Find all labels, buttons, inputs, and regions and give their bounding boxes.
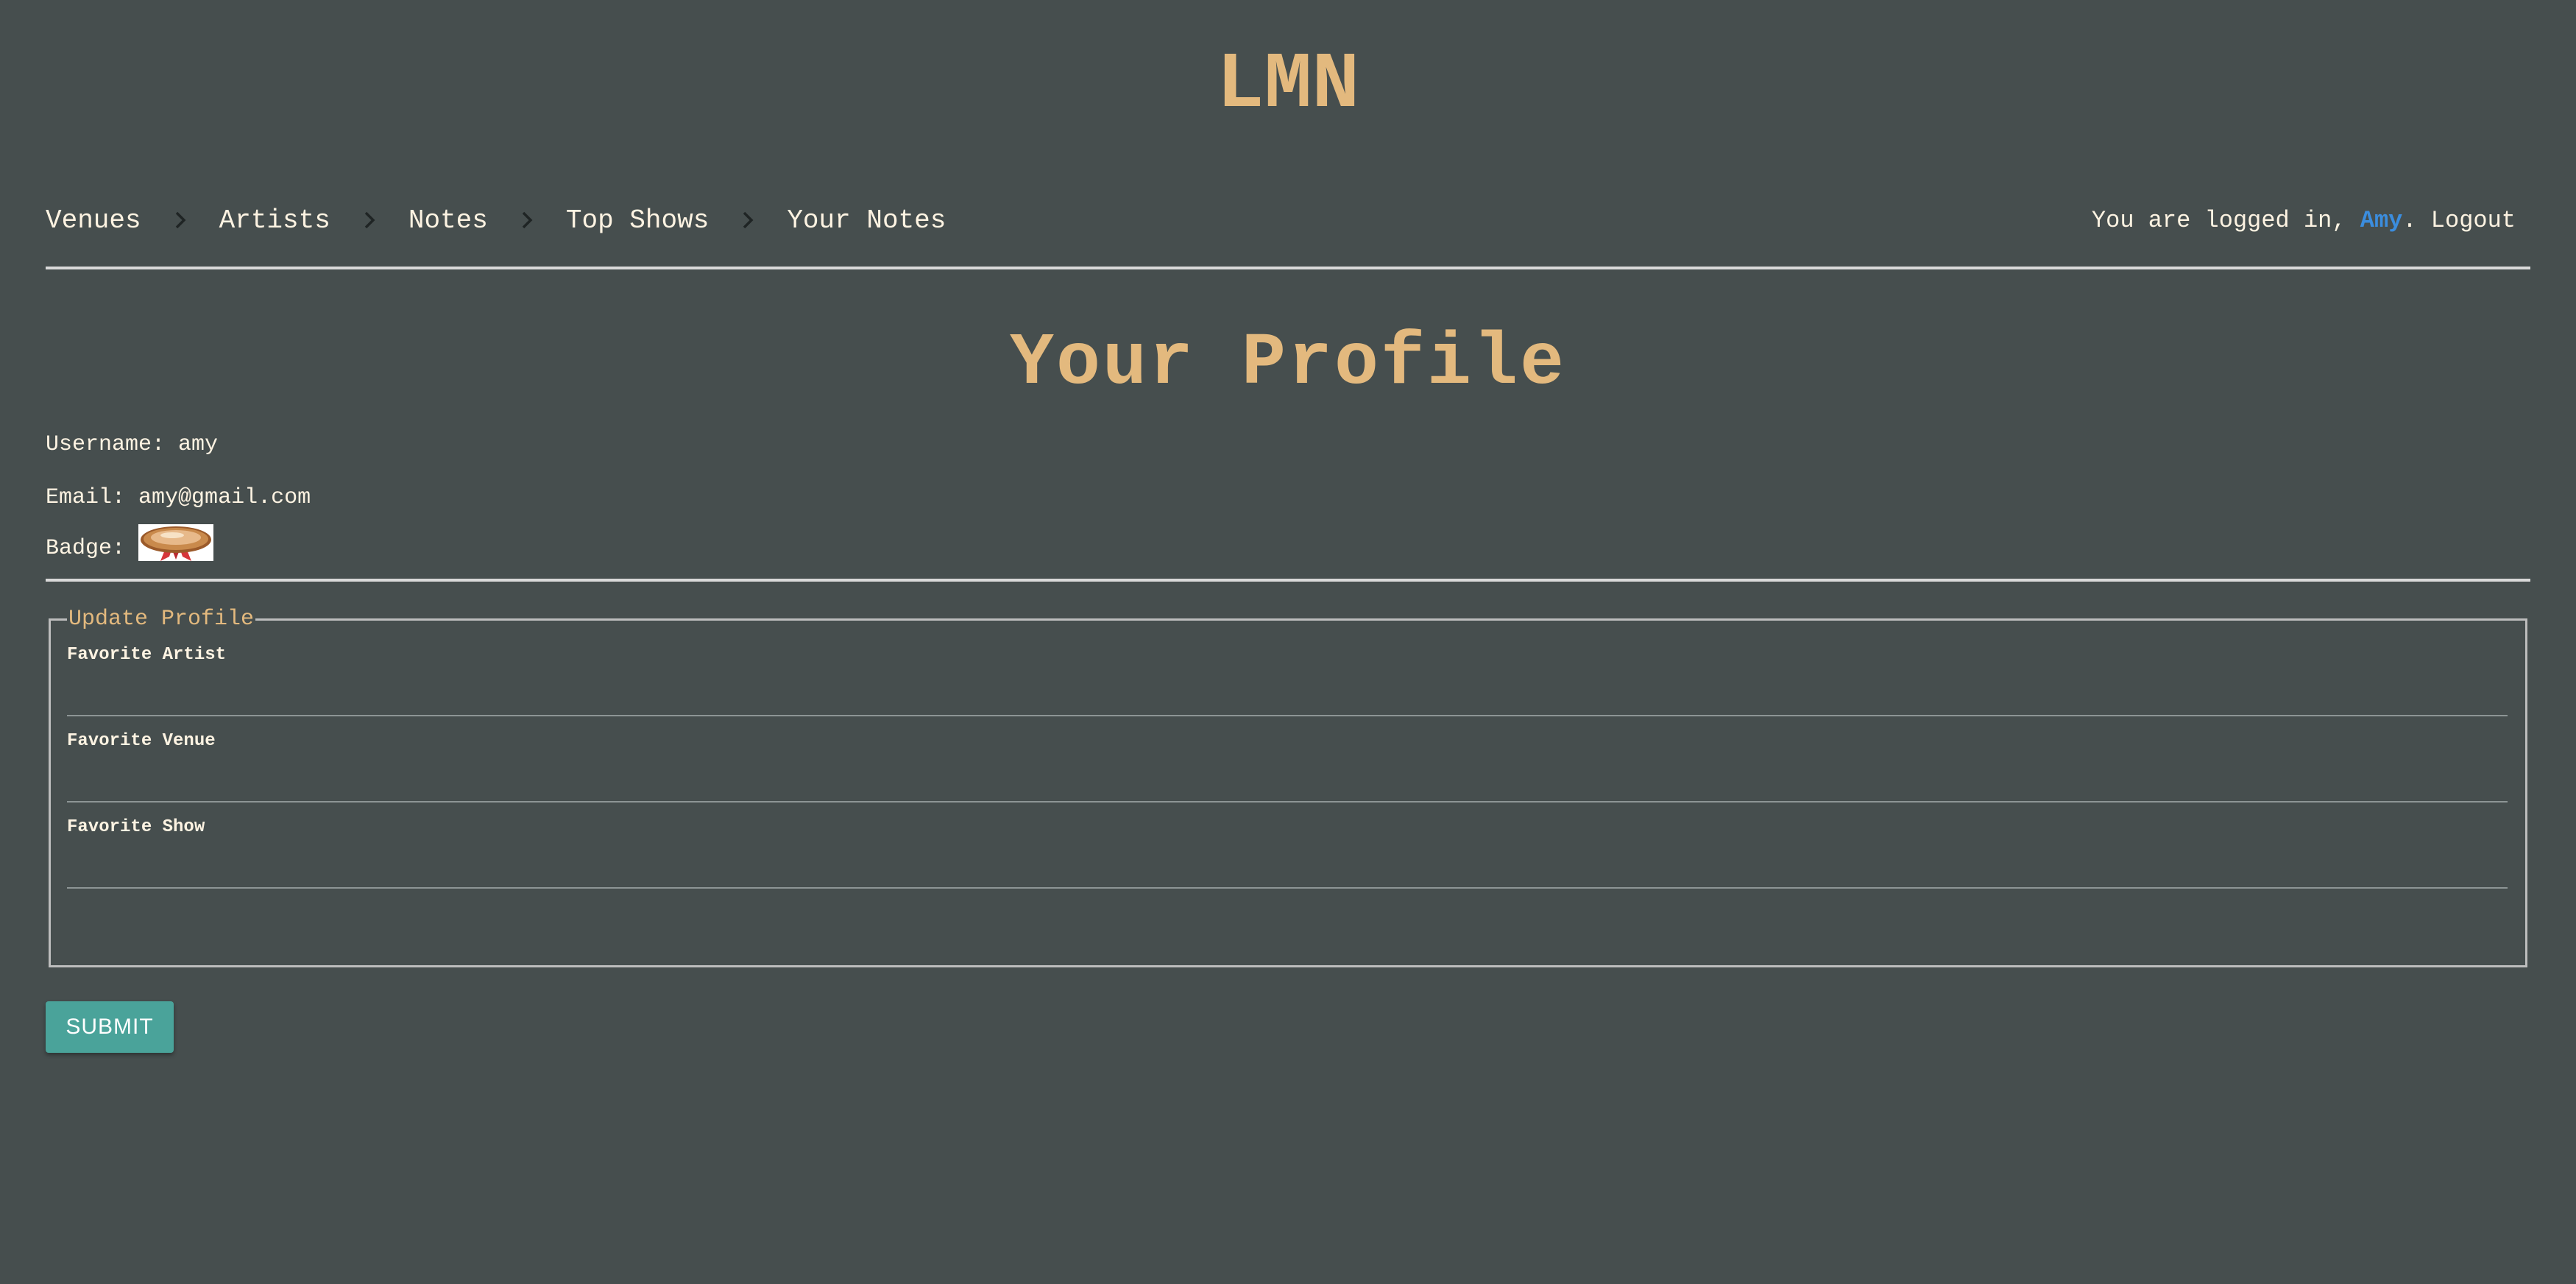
badge-row: Badge: bbox=[46, 524, 2530, 561]
favorite-venue-field: Favorite Venue bbox=[67, 731, 2508, 802]
favorite-artist-field: Favorite Artist bbox=[67, 645, 2508, 716]
favorite-venue-label: Favorite Venue bbox=[67, 731, 216, 751]
email-row: Email: amy@gmail.com bbox=[46, 483, 2530, 512]
divider bbox=[46, 267, 2530, 269]
username-value: amy bbox=[178, 432, 219, 457]
username-link[interactable]: Amy bbox=[2360, 207, 2403, 234]
nav-link-your-notes[interactable]: Your Notes bbox=[787, 205, 946, 236]
username-row: Username: amy bbox=[46, 430, 2530, 459]
login-status: You are logged in, Amy. Logout bbox=[2092, 207, 2530, 234]
page-title: Your Profile bbox=[1009, 322, 1567, 406]
logout-link[interactable]: Logout bbox=[2431, 207, 2516, 234]
update-profile-form: Update Profile Favorite Artist Favorite … bbox=[49, 607, 2527, 967]
badge-label: Badge: bbox=[46, 536, 126, 561]
nav-link-top-shows[interactable]: Top Shows bbox=[566, 205, 709, 236]
chevron-right-icon bbox=[709, 211, 787, 230]
login-status-separator: . bbox=[2402, 206, 2431, 234]
nav-link-venues[interactable]: Venues bbox=[46, 205, 141, 236]
favorite-artist-label: Favorite Artist bbox=[67, 645, 227, 665]
nav-link-notes[interactable]: Notes bbox=[408, 205, 488, 236]
favorite-artist-input[interactable] bbox=[67, 668, 2508, 716]
medal-badge-icon bbox=[138, 524, 214, 561]
chevron-right-icon bbox=[141, 211, 219, 230]
email-label: Email: bbox=[46, 485, 126, 510]
chevron-right-icon bbox=[330, 211, 408, 230]
breadcrumb: Venues Artists Notes Top Shows Your Note… bbox=[46, 205, 946, 236]
nav-bar: Venues Artists Notes Top Shows Your Note… bbox=[46, 174, 2530, 267]
email-value: amy@gmail.com bbox=[138, 485, 311, 510]
page: LMN Venues Artists Notes Top Shows Your … bbox=[0, 0, 2576, 1284]
form-legend: Update Profile bbox=[68, 607, 255, 632]
favorite-show-input[interactable] bbox=[67, 840, 2508, 889]
nav-link-artists[interactable]: Artists bbox=[219, 205, 330, 236]
favorite-venue-input[interactable] bbox=[67, 754, 2508, 802]
favorite-show-field: Favorite Show bbox=[67, 817, 2508, 889]
site-title: LMN bbox=[1216, 40, 1360, 130]
username-label: Username: bbox=[46, 432, 166, 457]
divider bbox=[46, 579, 2530, 582]
submit-button[interactable]: SUBMIT bbox=[46, 1001, 174, 1053]
login-status-prefix: You are logged in, bbox=[2091, 206, 2360, 234]
favorite-show-label: Favorite Show bbox=[67, 817, 205, 837]
chevron-right-icon bbox=[488, 211, 566, 230]
